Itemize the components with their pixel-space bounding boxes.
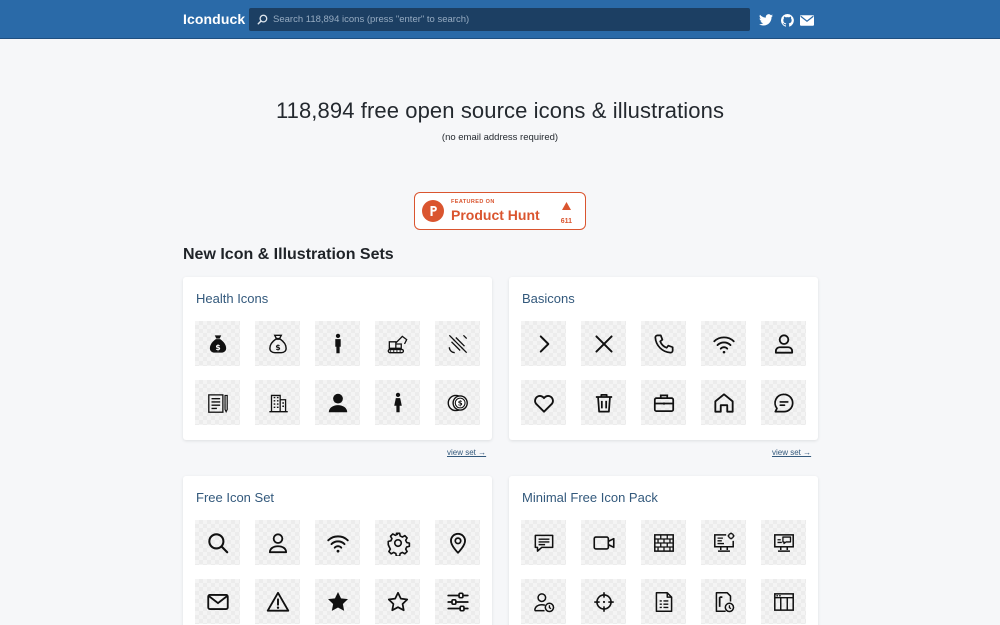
chat-bubble-icon[interactable] xyxy=(761,380,806,425)
top-navbar: Iconduck xyxy=(0,0,1000,39)
woman-standing-icon[interactable] xyxy=(375,380,420,425)
heart-icon[interactable] xyxy=(521,380,566,425)
user-icon[interactable] xyxy=(761,321,806,366)
twitter-icon[interactable] xyxy=(758,12,774,28)
upvote-triangle-icon xyxy=(561,197,571,215)
page-subtitle: (no email address required) xyxy=(441,132,559,143)
mail-icon[interactable] xyxy=(195,579,240,624)
featured-on-label: FEATURED ON xyxy=(451,199,495,206)
search-icon xyxy=(252,8,272,31)
view-set-link-health-icons[interactable]: view set → xyxy=(447,448,486,457)
icon-set-card-basicons[interactable]: Basicons xyxy=(509,277,818,440)
document-clock-icon[interactable] xyxy=(701,579,746,624)
video-camera-icon[interactable] xyxy=(581,520,626,565)
set-title[interactable]: Health Icons xyxy=(196,291,268,306)
clipboard-pen-icon[interactable] xyxy=(195,380,240,425)
view-set-link-basicons[interactable]: view set → xyxy=(772,448,811,457)
phone-icon[interactable] xyxy=(641,321,686,366)
person-icon[interactable] xyxy=(315,380,360,425)
trash-icon[interactable] xyxy=(581,380,626,425)
crosshair-icon[interactable] xyxy=(581,579,626,624)
github-icon[interactable] xyxy=(779,12,795,28)
warning-icon[interactable] xyxy=(255,579,300,624)
product-hunt-badge[interactable]: FEATURED ON Product Hunt 611 xyxy=(414,192,586,230)
money-bag-outline-icon[interactable]: $ xyxy=(255,321,300,366)
icon-grid xyxy=(195,520,482,624)
location-pin-icon[interactable] xyxy=(435,520,480,565)
gear-icon[interactable] xyxy=(375,520,420,565)
section-title: New Icon & Illustration Sets xyxy=(183,246,394,263)
close-icon[interactable] xyxy=(581,321,626,366)
money-bag-icon[interactable]: $ xyxy=(195,321,240,366)
search-icon[interactable] xyxy=(195,520,240,565)
svg-text:$: $ xyxy=(275,342,280,351)
hospital-building-icon[interactable] xyxy=(255,380,300,425)
product-hunt-name: Product Hunt xyxy=(451,206,540,223)
set-title[interactable]: Basicons xyxy=(522,291,575,306)
icon-grid xyxy=(521,321,808,425)
briefcase-icon[interactable] xyxy=(641,380,686,425)
svg-text:$: $ xyxy=(457,398,462,407)
set-title[interactable]: Free Icon Set xyxy=(196,490,274,505)
sliders-icon[interactable] xyxy=(435,579,480,624)
svg-text:$: $ xyxy=(215,342,220,351)
upvote-counter: 611 xyxy=(561,197,572,225)
page-title: 118,894 free open source icons & illustr… xyxy=(275,98,725,123)
icon-set-card-health-icons[interactable]: Health Icons $ $ $ xyxy=(183,277,492,440)
user-icon[interactable] xyxy=(255,520,300,565)
wifi-icon[interactable] xyxy=(701,321,746,366)
mail-icon[interactable] xyxy=(799,12,815,28)
chevron-right-icon[interactable] xyxy=(521,321,566,366)
wifi-icon[interactable] xyxy=(315,520,360,565)
icon-set-card-minimal-free-icon-pack[interactable]: Minimal Free Icon Pack xyxy=(509,476,818,625)
document-list-icon[interactable] xyxy=(641,579,686,624)
satellite-icon[interactable] xyxy=(435,321,480,366)
table-layout-icon[interactable] xyxy=(761,579,806,624)
product-hunt-text: FEATURED ON Product Hunt xyxy=(451,200,540,222)
coins-icon[interactable]: $ xyxy=(435,380,480,425)
monitor-chat-icon[interactable] xyxy=(761,520,806,565)
construction-vehicle-icon[interactable] xyxy=(375,321,420,366)
monitor-settings-icon[interactable] xyxy=(701,520,746,565)
brick-wall-icon[interactable] xyxy=(641,520,686,565)
star-filled-icon[interactable] xyxy=(315,579,360,624)
icon-grid xyxy=(521,520,808,624)
person-standing-icon[interactable] xyxy=(315,321,360,366)
product-hunt-logo-icon xyxy=(422,200,444,222)
icon-grid: $ $ $ xyxy=(195,321,482,425)
search-input[interactable] xyxy=(272,9,750,30)
star-outline-icon[interactable] xyxy=(375,579,420,624)
home-icon[interactable] xyxy=(701,380,746,425)
upvote-count: 611 xyxy=(560,218,572,225)
search-box[interactable] xyxy=(249,8,750,31)
icon-set-card-free-icon-set[interactable]: Free Icon Set xyxy=(183,476,492,625)
brand-logo[interactable]: Iconduck xyxy=(183,11,245,27)
user-clock-icon[interactable] xyxy=(521,579,566,624)
set-title[interactable]: Minimal Free Icon Pack xyxy=(522,490,658,505)
chat-lines-icon[interactable] xyxy=(521,520,566,565)
